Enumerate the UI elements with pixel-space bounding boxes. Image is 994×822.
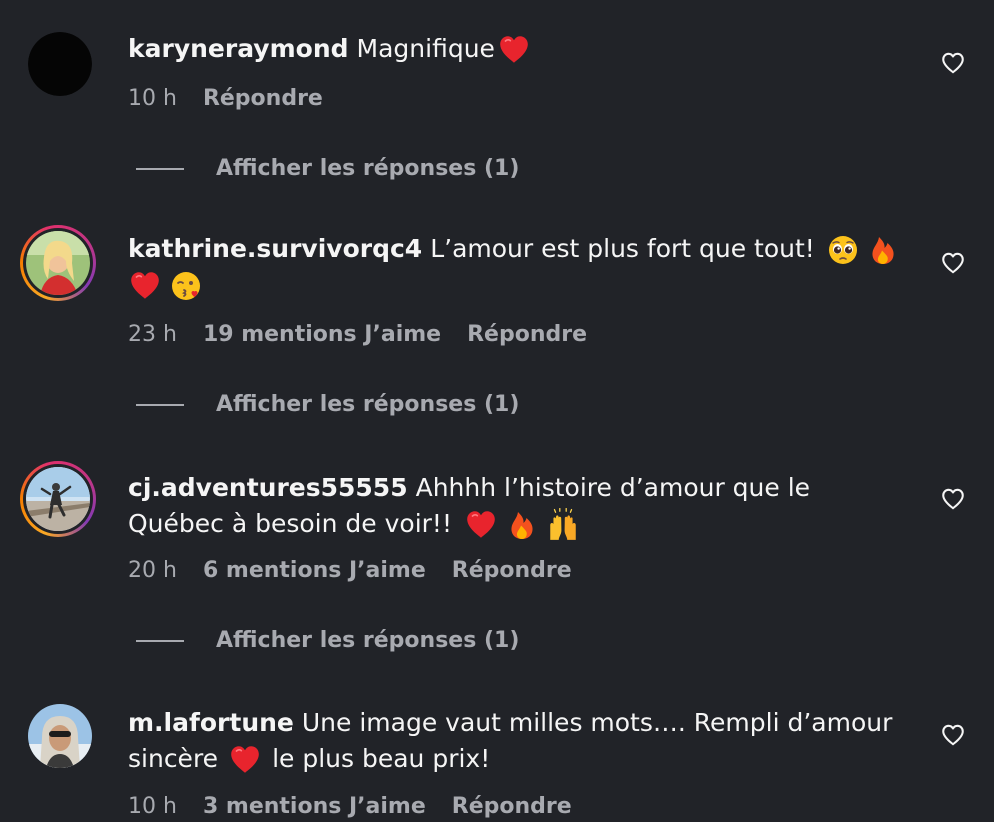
reply-button[interactable]: Répondre (467, 322, 587, 347)
avatar[interactable] (20, 461, 96, 537)
red-heart-icon (464, 508, 498, 542)
show-replies-label: Afficher les réponses (1) (216, 392, 520, 417)
avatar[interactable] (28, 704, 92, 768)
red-heart-icon (128, 269, 162, 303)
comment-username[interactable]: m.lafortune (128, 708, 294, 737)
comment-body: kathrine.survivorqc4 L’amour est plus for… (128, 231, 908, 303)
red-heart-icon (497, 33, 531, 67)
replies-divider (136, 403, 184, 406)
reply-button[interactable]: Répondre (452, 558, 572, 583)
reply-button[interactable]: Répondre (452, 794, 572, 819)
comment-body: karyneraymond Magnifique (128, 31, 908, 67)
face-blowing-kiss-icon (170, 270, 202, 302)
comment-meta: 20 h 6 mentions J’aime Répondre (128, 558, 572, 583)
likes-count[interactable]: 19 mentions J’aime (203, 322, 441, 347)
comment-username[interactable]: kathrine.survivorqc4 (128, 234, 422, 263)
show-replies-button[interactable]: Afficher les réponses (1) (136, 392, 519, 417)
fire-icon (506, 509, 538, 541)
comment-meta: 23 h 19 mentions J’aime Répondre (128, 322, 587, 347)
avatar-image (26, 467, 90, 531)
show-replies-label: Afficher les réponses (1) (216, 156, 520, 181)
heart-outline-icon[interactable] (940, 50, 966, 76)
fire-icon (867, 234, 899, 266)
heart-outline-icon[interactable] (940, 486, 966, 512)
avatar[interactable] (28, 32, 92, 96)
comment-meta: 10 h 3 mentions J’aime Répondre (128, 794, 572, 819)
likes-count[interactable]: 6 mentions J’aime (203, 558, 426, 583)
comment-meta: 10 h Répondre (128, 86, 323, 111)
avatar-image (28, 32, 92, 96)
likes-count[interactable]: 3 mentions J’aime (203, 794, 426, 819)
comment-body: cj.adventures55555 Ahhhh l’histoire d’amo… (128, 470, 908, 542)
red-heart-icon (228, 743, 262, 777)
show-replies-button[interactable]: Afficher les réponses (1) (136, 628, 519, 653)
raising-hands-icon (546, 508, 580, 542)
comment-time: 10 h (128, 86, 177, 111)
show-replies-button[interactable]: Afficher les réponses (1) (136, 156, 519, 181)
comment-text: Magnifique (356, 34, 495, 63)
show-replies-label: Afficher les réponses (1) (216, 628, 520, 653)
heart-outline-icon[interactable] (940, 722, 966, 748)
avatar[interactable] (20, 225, 96, 301)
comment-time: 20 h (128, 558, 177, 583)
heart-outline-icon[interactable] (940, 250, 966, 276)
reply-button[interactable]: Répondre (203, 86, 323, 111)
comment-username[interactable]: cj.adventures55555 (128, 473, 408, 502)
comment-text-continued: le plus beau prix! (272, 744, 491, 773)
comment-text: L’amour est plus fort que tout! (430, 234, 815, 263)
comment-time: 10 h (128, 794, 177, 819)
comment-username[interactable]: karyneraymond (128, 34, 349, 63)
replies-divider (136, 167, 184, 170)
replies-divider (136, 639, 184, 642)
avatar-image (26, 231, 90, 295)
comment-body: m.lafortune Une image vaut milles mots…. … (128, 705, 908, 777)
avatar-image (28, 704, 92, 768)
pleading-face-icon (827, 234, 859, 266)
comment-time: 23 h (128, 322, 177, 347)
